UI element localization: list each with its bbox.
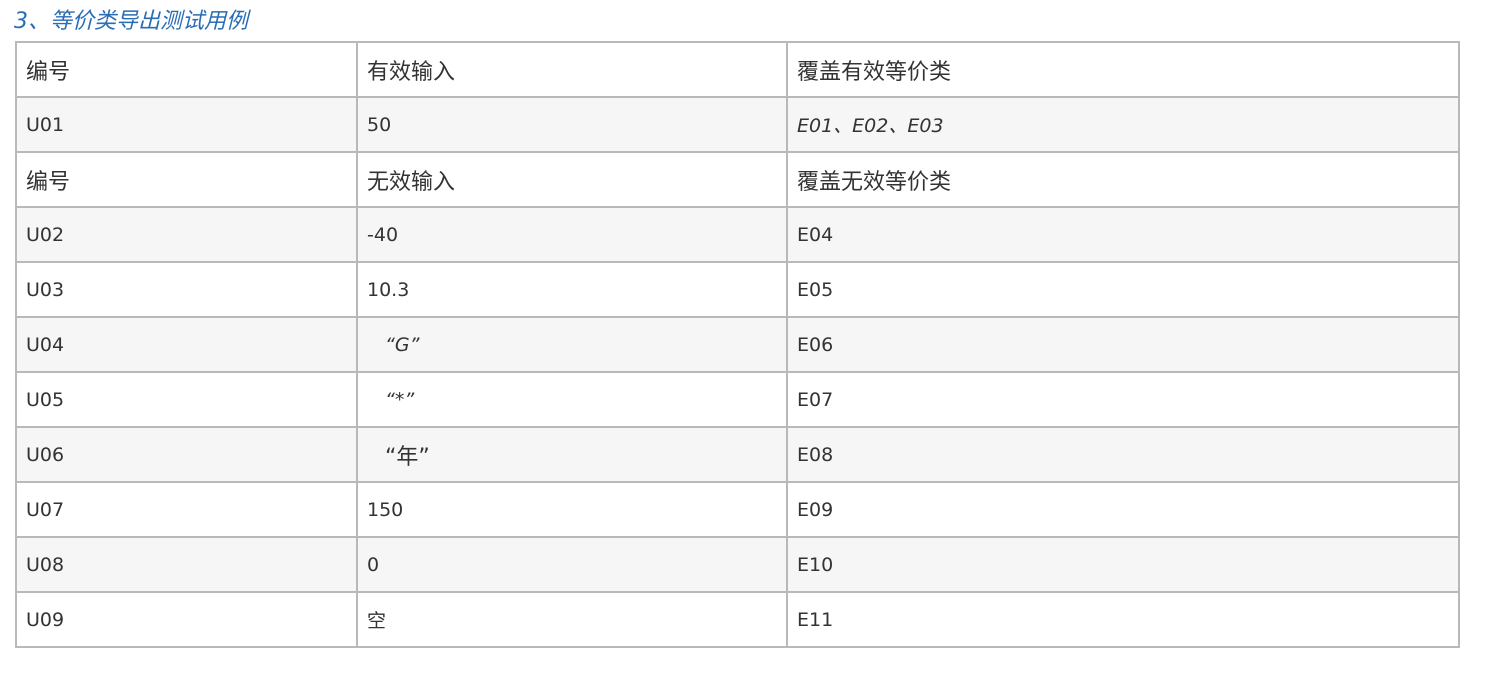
table-row: U04 “G” E06	[15, 316, 1460, 373]
cell-classes: E04	[786, 206, 1460, 263]
cell-classes: E01、E02、E03	[786, 96, 1460, 153]
cell-input: 10.3	[356, 261, 788, 318]
table-row: U07 150 E09	[15, 481, 1460, 538]
header-cell-invalid-classes: 覆盖无效等价类	[786, 151, 1460, 208]
cell-classes: E10	[786, 536, 1460, 593]
cell-input-text: “*”	[385, 388, 415, 411]
table-row: U02 -40 E04	[15, 206, 1460, 263]
cell-id: U05	[15, 371, 358, 428]
cell-classes: E09	[786, 481, 1460, 538]
cell-id: U09	[15, 591, 358, 648]
table-row: U06 “年” E08	[15, 426, 1460, 483]
cell-id: U01	[15, 96, 358, 153]
header-cell-invalid-input: 无效输入	[356, 151, 788, 208]
cell-classes: E07	[786, 371, 1460, 428]
table-row: U08 0 E10	[15, 536, 1460, 593]
header-cell-id: 编号	[15, 41, 358, 98]
header-cell-valid-input: 有效输入	[356, 41, 788, 98]
cell-input: 50	[356, 96, 788, 153]
test-case-table: 编号 有效输入 覆盖有效等价类 U01 50 E01、E02、E03 编号 无效…	[15, 41, 1460, 648]
cell-classes: E06	[786, 316, 1460, 373]
cell-id: U03	[15, 261, 358, 318]
cell-id: U04	[15, 316, 358, 373]
cell-input: “*”	[356, 371, 788, 428]
table-row: U05 “*” E07	[15, 371, 1460, 428]
table-row: U09 空 E11	[15, 591, 1460, 648]
cell-input-text: “年”	[385, 444, 430, 470]
section-heading: 3、等价类导出测试用例	[14, 9, 248, 34]
cell-input: 150	[356, 481, 788, 538]
header-cell-valid-classes: 覆盖有效等价类	[786, 41, 1460, 98]
cell-input: “年”	[356, 426, 788, 483]
cell-id: U07	[15, 481, 358, 538]
cell-id: U02	[15, 206, 358, 263]
table-header-row-invalid: 编号 无效输入 覆盖无效等价类	[15, 151, 1460, 208]
cell-input: “G”	[356, 316, 788, 373]
cell-id: U06	[15, 426, 358, 483]
cell-id: U08	[15, 536, 358, 593]
cell-input-text: “G”	[385, 333, 420, 356]
cell-classes: E11	[786, 591, 1460, 648]
cell-classes: E08	[786, 426, 1460, 483]
cell-input: 空	[356, 591, 788, 648]
table-row: U03 10.3 E05	[15, 261, 1460, 318]
cell-input: -40	[356, 206, 788, 263]
table-header-row-valid: 编号 有效输入 覆盖有效等价类	[15, 41, 1460, 98]
table-row: U01 50 E01、E02、E03	[15, 96, 1460, 153]
header-cell-id: 编号	[15, 151, 358, 208]
cell-input: 0	[356, 536, 788, 593]
cell-classes: E05	[786, 261, 1460, 318]
